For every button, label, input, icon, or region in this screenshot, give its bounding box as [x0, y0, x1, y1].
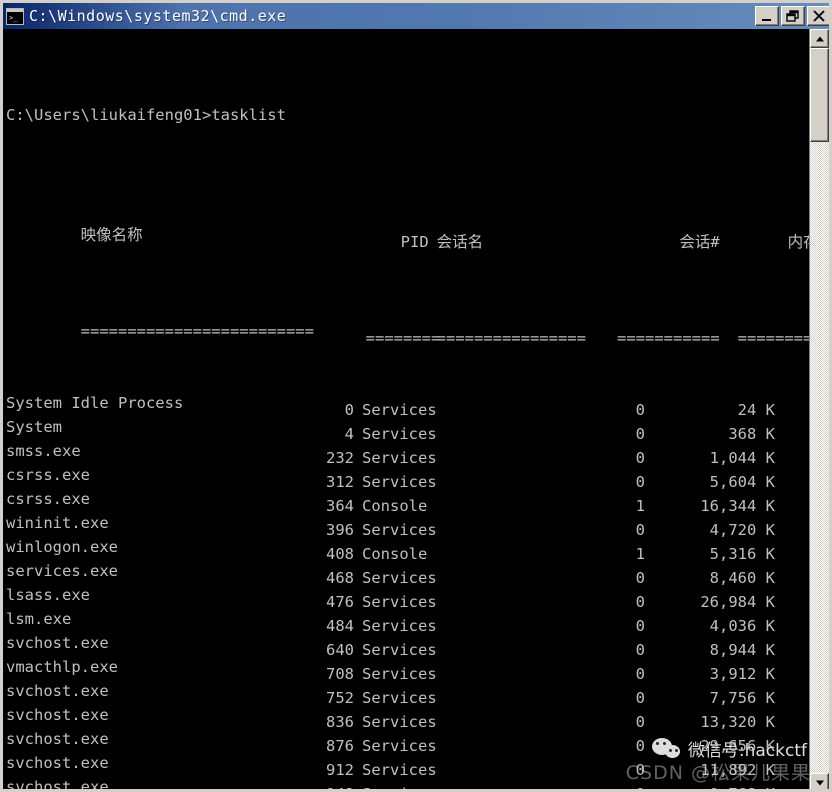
- scroll-up-icon[interactable]: [810, 29, 829, 48]
- scrollbar-thumb[interactable]: [810, 48, 829, 142]
- cell-image-name: System Idle Process: [6, 394, 184, 412]
- cell-session-number: 0: [537, 782, 645, 789]
- cell-image-name: lsm.exe: [6, 610, 72, 628]
- process-rows: System Idle Process 0 Services 0 24 K System 4…: [6, 391, 809, 792]
- window-title: C:\Windows\system32\cmd.exe: [29, 7, 287, 25]
- cell-image-name: wininit.exe: [6, 514, 109, 532]
- table-header-row: 映像名称 PID 会话名 会话# 内存使用: [6, 199, 809, 251]
- header-pid: PID: [400, 233, 429, 251]
- header-memory-usage: 内存使用: [787, 233, 809, 251]
- table-row: svchost.exe 876 Services 0 29,656 K: [6, 727, 809, 755]
- vertical-scrollbar[interactable]: [809, 29, 829, 789]
- header-session-name: 会话名: [436, 233, 484, 251]
- cell-image-name: winlogon.exe: [6, 538, 118, 556]
- separator-name: =========================: [80, 322, 314, 340]
- table-row: winlogon.exe 408 Console 1 5,316 K: [6, 535, 809, 563]
- close-button[interactable]: [807, 6, 829, 26]
- cell-image-name: services.exe: [6, 562, 118, 580]
- minimize-button[interactable]: [755, 6, 779, 26]
- cell-image-name: svchost.exe: [6, 778, 109, 792]
- table-row: svchost.exe 752 Services 0 7,756 K: [6, 679, 809, 707]
- cell-image-name: vmacthlp.exe: [6, 658, 118, 676]
- table-row: smss.exe 232 Services 0 1,044 K: [6, 439, 809, 467]
- separator-session-name: ================: [436, 329, 586, 347]
- cell-image-name: csrss.exe: [6, 490, 90, 508]
- cell-image-name: svchost.exe: [6, 754, 109, 772]
- cell-image-name: svchost.exe: [6, 682, 109, 700]
- table-row: System 4 Services 0 368 K: [6, 415, 809, 443]
- table-row: lsass.exe 476 Services 0 26,984 K: [6, 583, 809, 611]
- cell-image-name: svchost.exe: [6, 634, 109, 652]
- cell-image-name: lsass.exe: [6, 586, 90, 604]
- separator-pid: ========: [365, 329, 441, 347]
- cell-image-name: csrss.exe: [6, 466, 90, 484]
- separator-session-number: ===========: [617, 329, 720, 347]
- cell-image-name: System: [6, 418, 62, 436]
- table-row: lsm.exe 484 Services 0 4,036 K: [6, 607, 809, 635]
- prompt-line: C:\Users\liukaifeng01>tasklist: [6, 106, 286, 124]
- console-icon: >_: [6, 7, 24, 25]
- table-row: csrss.exe 312 Services 0 5,604 K: [6, 463, 809, 491]
- cell-image-name: svchost.exe: [6, 730, 109, 748]
- table-row: wininit.exe 396 Services 0 4,720 K: [6, 511, 809, 539]
- scroll-down-icon[interactable]: [810, 773, 829, 789]
- window-controls: [755, 6, 829, 26]
- cell-image-name: smss.exe: [6, 442, 81, 460]
- table-separator-row: ========================= ===============…: [6, 295, 809, 347]
- window-titlebar[interactable]: >_ C:\Windows\system32\cmd.exe: [3, 3, 829, 29]
- header-image-name: 映像名称: [80, 226, 143, 244]
- scrollbar-track[interactable]: [810, 48, 829, 773]
- table-row: vmacthlp.exe 708 Services 0 3,912 K: [6, 655, 809, 683]
- cell-session-name: Services: [354, 782, 537, 789]
- console-text: C:\Users\liukaifeng01>tasklist 映像名称 PID 会话…: [4, 29, 809, 792]
- cell-image-name: svchost.exe: [6, 706, 109, 724]
- cell-memory-usage: 9,768 K: [645, 782, 775, 789]
- cell-pid: 948: [291, 782, 354, 789]
- separator-memory: ============: [737, 329, 809, 347]
- console-output-area[interactable]: C:\Users\liukaifeng01>tasklist 映像名称 PID 会话…: [3, 29, 809, 792]
- cmd-window: >_ C:\Windows\system32\cmd.exe C:\Users\…: [0, 0, 832, 792]
- restore-button[interactable]: [781, 6, 805, 26]
- table-row: svchost.exe 836 Services 0 13,320 K: [6, 703, 809, 731]
- table-row: services.exe 468 Services 0 8,460 K: [6, 559, 809, 587]
- table-row: System Idle Process 0 Services 0 24 K: [6, 391, 809, 419]
- table-row: svchost.exe 640 Services 0 8,944 K: [6, 631, 809, 659]
- table-row: svchost.exe 912 Services 0 11,892 K: [6, 751, 809, 779]
- header-session-number: 会话#: [679, 233, 720, 251]
- table-row: csrss.exe 364 Console 1 16,344 K: [6, 487, 809, 515]
- table-row: svchost.exe 948Services09,768 K: [6, 775, 809, 792]
